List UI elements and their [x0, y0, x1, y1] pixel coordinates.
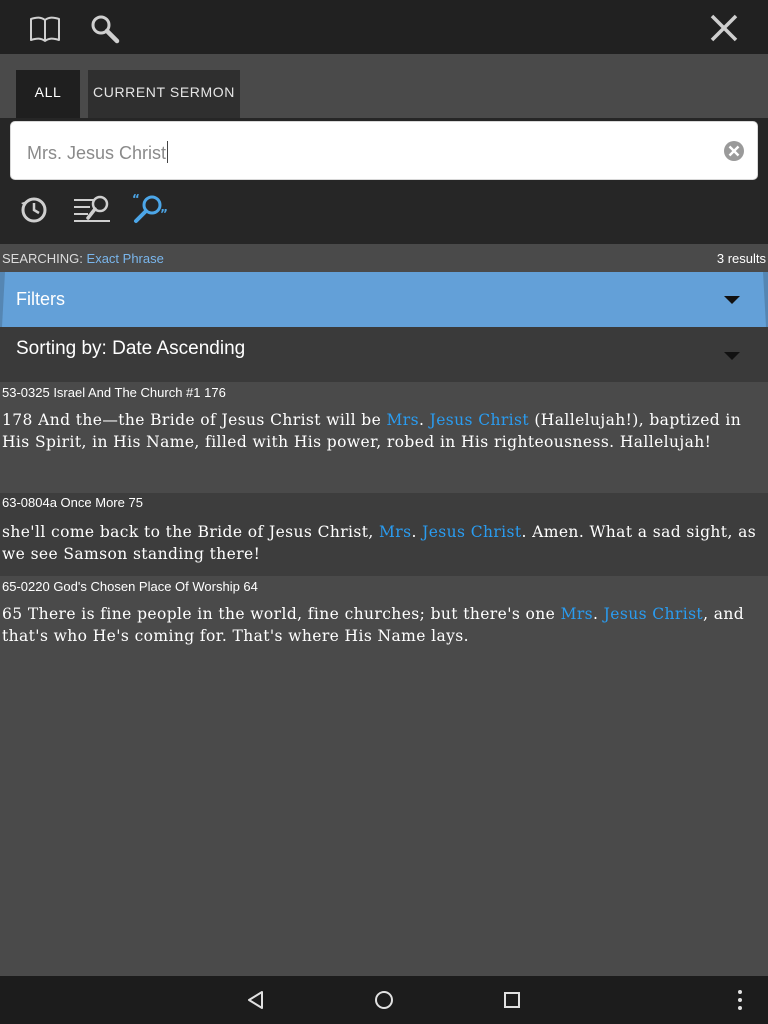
- result-snippet: 178 And the—the Bride of Jesus Christ wi…: [2, 411, 742, 451]
- filters-header[interactable]: Filters: [0, 272, 768, 327]
- top-app-bar: [0, 0, 768, 54]
- clear-search-icon[interactable]: [723, 140, 745, 162]
- result-title: 63-0804a Once More 75: [2, 495, 143, 510]
- search-mode-value[interactable]: Exact Phrase: [87, 251, 164, 266]
- results-list: 53-0325 Israel And The Church #1 176 178…: [0, 382, 768, 655]
- tab-current-sermon[interactable]: CURRENT SERMON: [88, 70, 240, 118]
- svg-text:“: “: [132, 192, 140, 206]
- result-title: 53-0325 Israel And The Church #1 176: [2, 385, 226, 400]
- tab-all[interactable]: ALL: [16, 70, 80, 118]
- back-icon[interactable]: [244, 988, 268, 1012]
- search-panel: Mrs. Jesus Christ “ ”: [0, 118, 768, 244]
- book-icon[interactable]: [28, 12, 62, 46]
- filter-lines-icon[interactable]: [72, 192, 112, 226]
- result-title: 65-0220 God's Chosen Place Of Worship 64: [2, 579, 258, 594]
- search-status-bar: SEARCHING: Exact Phrase 3 results: [0, 244, 768, 272]
- filters-expand-icon[interactable]: [724, 296, 740, 304]
- home-icon[interactable]: [372, 988, 396, 1012]
- sorting-expand-icon[interactable]: [724, 352, 740, 360]
- search-input-value: Mrs. Jesus Christ: [27, 141, 169, 163]
- result-item[interactable]: 53-0325 Israel And The Church #1 176 178…: [0, 382, 768, 493]
- search-input[interactable]: Mrs. Jesus Christ: [10, 121, 758, 180]
- result-count: 3 results: [716, 251, 766, 266]
- svg-text:”: ”: [160, 207, 168, 221]
- close-icon[interactable]: [706, 10, 742, 46]
- sorting-dropdown[interactable]: Sorting by: Date Ascending: [0, 327, 768, 382]
- scope-tabs: ALL CURRENT SERMON: [0, 54, 768, 118]
- history-icon[interactable]: [18, 192, 50, 226]
- system-navigation-bar: [0, 976, 768, 1024]
- filters-label: Filters: [16, 289, 65, 309]
- overflow-menu-icon[interactable]: [728, 988, 752, 1012]
- search-icon[interactable]: [88, 12, 122, 46]
- result-snippet: she'll come back to the Bride of Jesus C…: [2, 523, 757, 563]
- search-mode-label: SEARCHING: Exact Phrase: [2, 251, 164, 266]
- result-snippet: 65 There is fine people in the world, fi…: [2, 605, 745, 645]
- recents-icon[interactable]: [500, 988, 524, 1012]
- result-item[interactable]: 65-0220 God's Chosen Place Of Worship 64…: [0, 576, 768, 655]
- exact-phrase-icon[interactable]: “ ”: [130, 192, 170, 226]
- sorting-label: Sorting by: Date Ascending: [16, 338, 246, 359]
- result-item[interactable]: 63-0804a Once More 75 she'll come back t…: [0, 493, 768, 576]
